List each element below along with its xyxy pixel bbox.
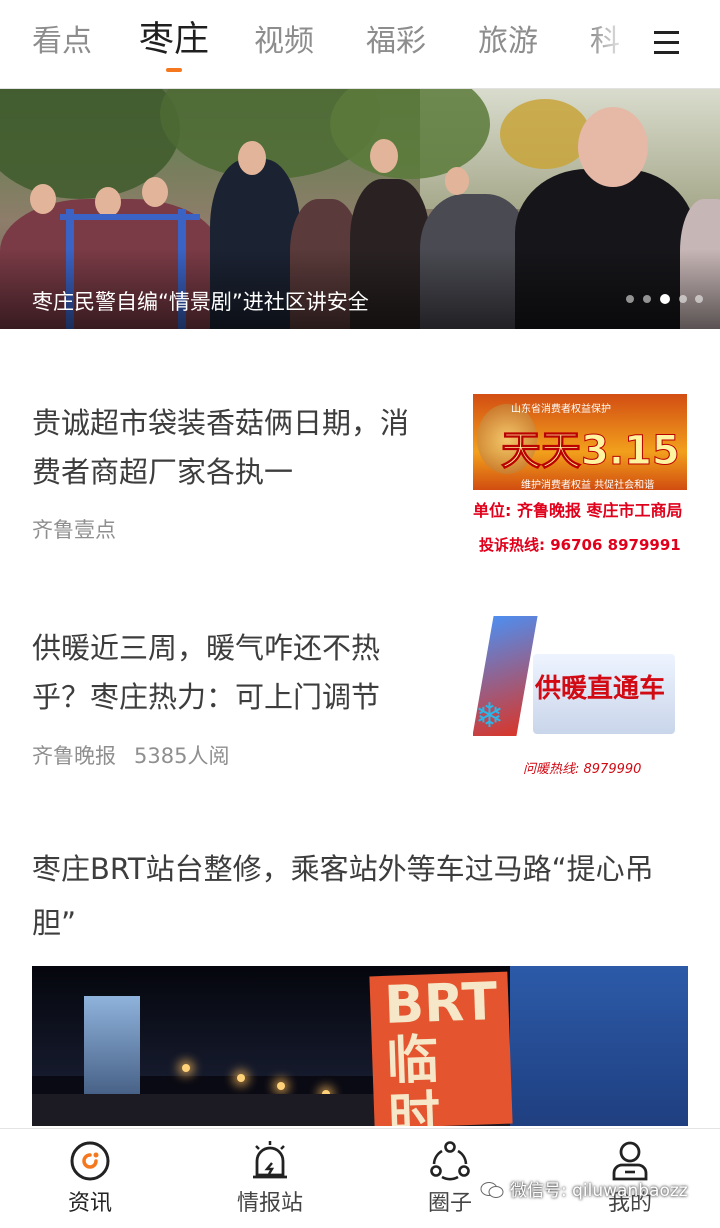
news-thumbnail-heating-express[interactable]: 供暖直通车 ❄ 问暖热线: 8979990 [473, 616, 687, 780]
alarm-siren-icon [253, 1141, 287, 1179]
tab-video[interactable]: 视频 [254, 22, 314, 62]
news-photo-brt-station[interactable]: BRT 临时 [32, 966, 688, 1126]
snowflake-icon: ❄ [475, 696, 504, 736]
tab-travel[interactable]: 旅游 [478, 22, 538, 62]
carousel-dot-active[interactable] [660, 294, 670, 304]
banner-carousel[interactable]: 枣庄民警自编“情景剧”进社区讲安全 [0, 89, 720, 329]
active-tab-indicator [166, 68, 182, 72]
news-meta: 齐鲁晚报 5385人阅 [32, 740, 229, 770]
news-title[interactable]: 贵诚超市袋装香菇俩日期，消费者商超厂家各执一 [32, 399, 427, 497]
news-views: 5385人阅 [134, 744, 230, 768]
tab-kandian[interactable]: 看点 [32, 22, 92, 62]
brt-sign-line: 时 [387, 1086, 442, 1126]
brt-sign-line: BRT [383, 972, 499, 1036]
news-source: 齐鲁壹点 [32, 518, 116, 542]
nav-news-label: 资讯 [67, 1191, 112, 1216]
carousel-dot[interactable] [695, 295, 703, 303]
tab-lottery[interactable]: 福彩 [366, 22, 426, 62]
banner-caption: 枣庄民警自编“情景剧”进社区讲安全 [32, 290, 369, 314]
carousel-dot[interactable] [643, 295, 651, 303]
hamburger-menu-icon[interactable] [636, 0, 720, 86]
news-thumbnail-consumer-day[interactable]: 山东省消费者权益保护 天天3.15 维护消费者权益 共促社会和谐 单位: 齐鲁晚… [473, 394, 687, 558]
nav-intel-station[interactable]: 情报站 [200, 1129, 340, 1228]
wechat-watermark: 微信号: qiluwanbaozz [480, 1176, 688, 1201]
news-title[interactable]: 枣庄BRT站台整修，乘客站外等车过马路“提心吊胆” [32, 842, 692, 950]
news-refresh-icon [70, 1141, 110, 1181]
wechat-icon [480, 1182, 504, 1198]
nav-intel-label: 情报站 [236, 1191, 303, 1216]
brt-sign: BRT 临时 [369, 971, 513, 1126]
tab-zaozhuang[interactable]: 枣庄 [139, 20, 209, 60]
nav-news[interactable]: 资讯 [20, 1129, 160, 1228]
news-source: 齐鲁晚报 [32, 744, 116, 768]
carousel-dot[interactable] [626, 295, 634, 303]
circle-group-icon [430, 1141, 470, 1181]
channel-tab-bar: 看点 枣庄 视频 福彩 旅游 科 [0, 0, 720, 89]
news-title[interactable]: 供暖近三周，暖气咋还不热乎？枣庄热力：可上门调节 [32, 624, 427, 722]
brt-sign-line: 临 [385, 1030, 440, 1092]
carousel-dot[interactable] [679, 295, 687, 303]
